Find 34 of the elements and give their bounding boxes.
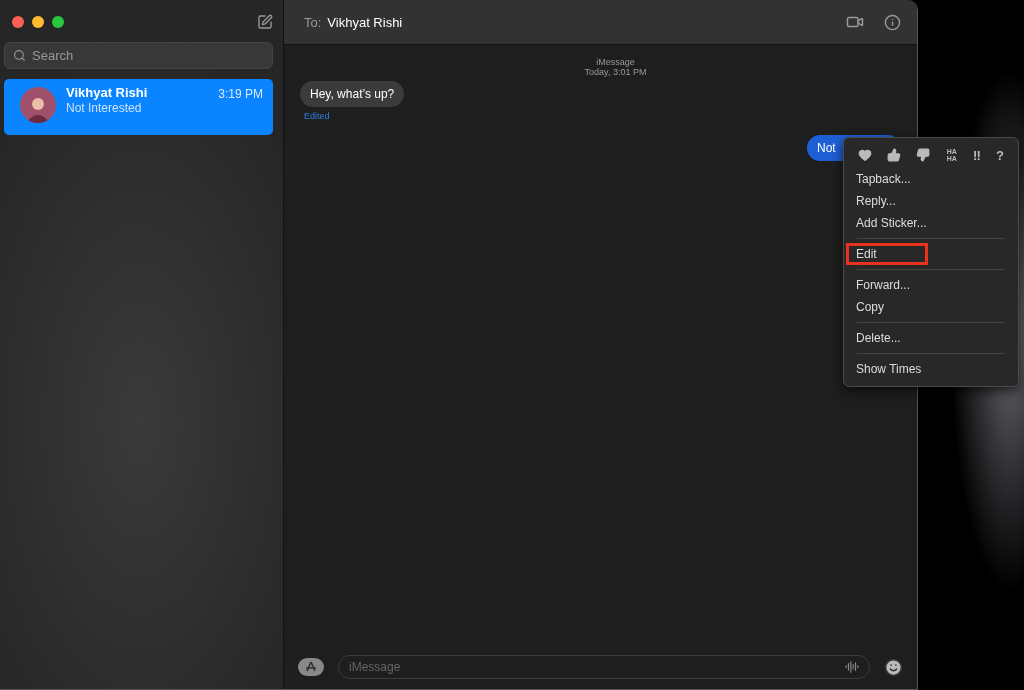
conversation-item[interactable]: Vikhyat Rishi Not Interested 3:19 PM	[4, 79, 273, 135]
timestamp: Today, 3:01 PM	[584, 67, 647, 77]
contact-name: Vikhyat Rishi	[66, 85, 149, 100]
to-label: To:	[304, 14, 322, 30]
menu-item[interactable]: Forward...	[846, 274, 1016, 296]
menu-item[interactable]: Show Times	[846, 358, 1016, 380]
emoji-icon[interactable]	[884, 657, 903, 677]
message-preview: Not Interested	[66, 101, 143, 115]
message-bubble[interactable]: Hey, what’s up?	[300, 81, 405, 107]
minimize-button[interactable]	[32, 16, 44, 28]
edited-label: Edited	[304, 111, 331, 121]
menu-item[interactable]: Delete...	[846, 327, 1016, 349]
menu-item[interactable]: Add Sticker...	[846, 212, 1016, 234]
compose-icon[interactable]	[257, 14, 273, 30]
audio-icon[interactable]	[845, 660, 859, 674]
tapback-option[interactable]: ?	[996, 148, 1004, 162]
thumbs-down-icon[interactable]	[916, 148, 931, 162]
recipient-name: Vikhyat Rishi	[327, 14, 403, 30]
thumbs-up-icon[interactable]	[887, 148, 902, 162]
tapback-option[interactable]: ‼	[972, 148, 981, 162]
zoom-button[interactable]	[52, 16, 64, 28]
service-label: iMessage	[596, 57, 635, 67]
search-field[interactable]: Search	[4, 42, 273, 69]
heart-icon[interactable]	[858, 148, 872, 162]
message-time: 3:19 PM	[218, 87, 263, 101]
avatar	[20, 87, 56, 123]
search-icon	[13, 49, 26, 62]
menu-item[interactable]: Copy	[846, 296, 1016, 318]
close-button[interactable]	[12, 16, 24, 28]
app-store-icon[interactable]	[298, 658, 324, 676]
menu-item[interactable]: Tapback...	[846, 168, 1016, 190]
menu-item[interactable]: Edit	[846, 243, 928, 265]
menu-item[interactable]: Reply...	[846, 190, 1016, 212]
info-icon[interactable]	[884, 13, 901, 31]
